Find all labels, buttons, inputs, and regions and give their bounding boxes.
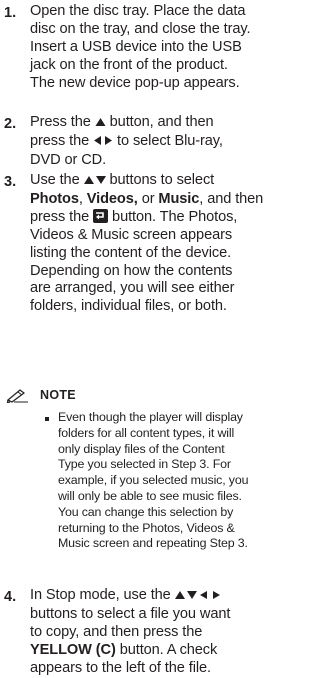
text-line: are arranged, you will see either xyxy=(30,280,235,297)
text-line: Open the disc tray. Place the data xyxy=(30,3,246,19)
text-line: The new device pop-up appears. xyxy=(30,74,240,91)
text-line: In Stop mode, use the xyxy=(30,587,302,606)
text-line: Videos & Music screen appears xyxy=(30,226,233,243)
text-line: DVD or CD. xyxy=(30,151,107,168)
note-line: Music screen and repeating Step 3. xyxy=(58,536,248,551)
step-number: 2. xyxy=(4,116,17,132)
step-number: 3. xyxy=(4,174,17,190)
up-arrow-icon xyxy=(95,115,106,133)
enter-button-icon xyxy=(93,208,109,223)
text-line: press the button. The Photos, xyxy=(30,208,302,227)
note-line: Type you selected in Step 3. For xyxy=(58,457,231,472)
step-text: Use the buttons to select Photos, Videos… xyxy=(30,172,302,316)
step-number: 4. xyxy=(4,589,17,605)
text-line: Press the button, and then xyxy=(30,114,302,133)
text-line: press the to select Blu-ray, xyxy=(30,133,302,152)
videos-term: Videos, xyxy=(86,190,138,207)
text-line: disc on the tray, and close the tray. xyxy=(30,20,251,37)
text: press the xyxy=(30,132,94,149)
note-line: example, if you selected music, you xyxy=(58,473,249,488)
text: or xyxy=(137,190,159,207)
note-line: Even though the player will display xyxy=(58,410,243,424)
text-line: folders, individual files, or both. xyxy=(30,298,227,315)
text: Use the xyxy=(30,172,84,188)
note-label: NOTE xyxy=(40,388,76,402)
text: Press the xyxy=(30,114,95,130)
text-line: Use the buttons to select xyxy=(30,172,302,191)
text: buttons to select xyxy=(105,172,215,188)
text: , xyxy=(78,190,87,207)
note-line: will only be able to see music files. xyxy=(58,488,242,503)
text-line: listing the content of the device. xyxy=(30,244,232,261)
text-line: YELLOW (C) button. A check xyxy=(30,642,302,660)
text-line: jack on the front of the product. xyxy=(30,56,228,73)
text: button. The Photos, xyxy=(108,208,238,225)
step-text: In Stop mode, use the buttons to select … xyxy=(30,587,302,678)
step-text: Open the disc tray. Place the data disc … xyxy=(30,3,302,93)
step-number: 1. xyxy=(4,5,17,21)
text: button. A check xyxy=(115,641,218,658)
note-line: only display files of the Content xyxy=(58,441,225,456)
step-text: Press the button, and then press the to … xyxy=(30,114,302,170)
text-line: to copy, and then press the xyxy=(30,623,203,640)
text-line: Depending on how the contents xyxy=(30,262,233,279)
text: press the xyxy=(30,208,94,225)
text: In Stop mode, use the xyxy=(30,587,175,603)
bullet-marker xyxy=(45,417,49,421)
left-right-arrow-icon xyxy=(93,134,113,152)
four-way-arrow-icon xyxy=(174,588,221,606)
photos-term: Photos xyxy=(30,190,79,207)
text: to select Blu-ray, xyxy=(113,132,223,149)
yellow-button-term: YELLOW (C) xyxy=(30,641,116,658)
up-down-arrow-icon xyxy=(83,173,106,191)
note-line: folders for all content types, it will xyxy=(58,425,235,440)
pencil-note-icon xyxy=(6,387,30,408)
note-body: Even though the player will display fold… xyxy=(58,410,302,552)
text-line: appears to the left of the file. xyxy=(30,659,211,676)
music-term: Music xyxy=(158,190,200,207)
text-line: Insert a USB device into the USB xyxy=(30,38,242,55)
text-line: buttons to select a file you want xyxy=(30,605,231,622)
text: , and then xyxy=(199,190,264,207)
text-line: Photos, Videos, or Music, and then xyxy=(30,191,302,209)
note-line: You can change this selection by xyxy=(58,504,234,519)
note-line: returning to the Photos, Videos & xyxy=(58,520,235,535)
text: button, and then xyxy=(105,114,214,130)
manual-page: 1. Open the disc tray. Place the data di… xyxy=(0,0,302,677)
